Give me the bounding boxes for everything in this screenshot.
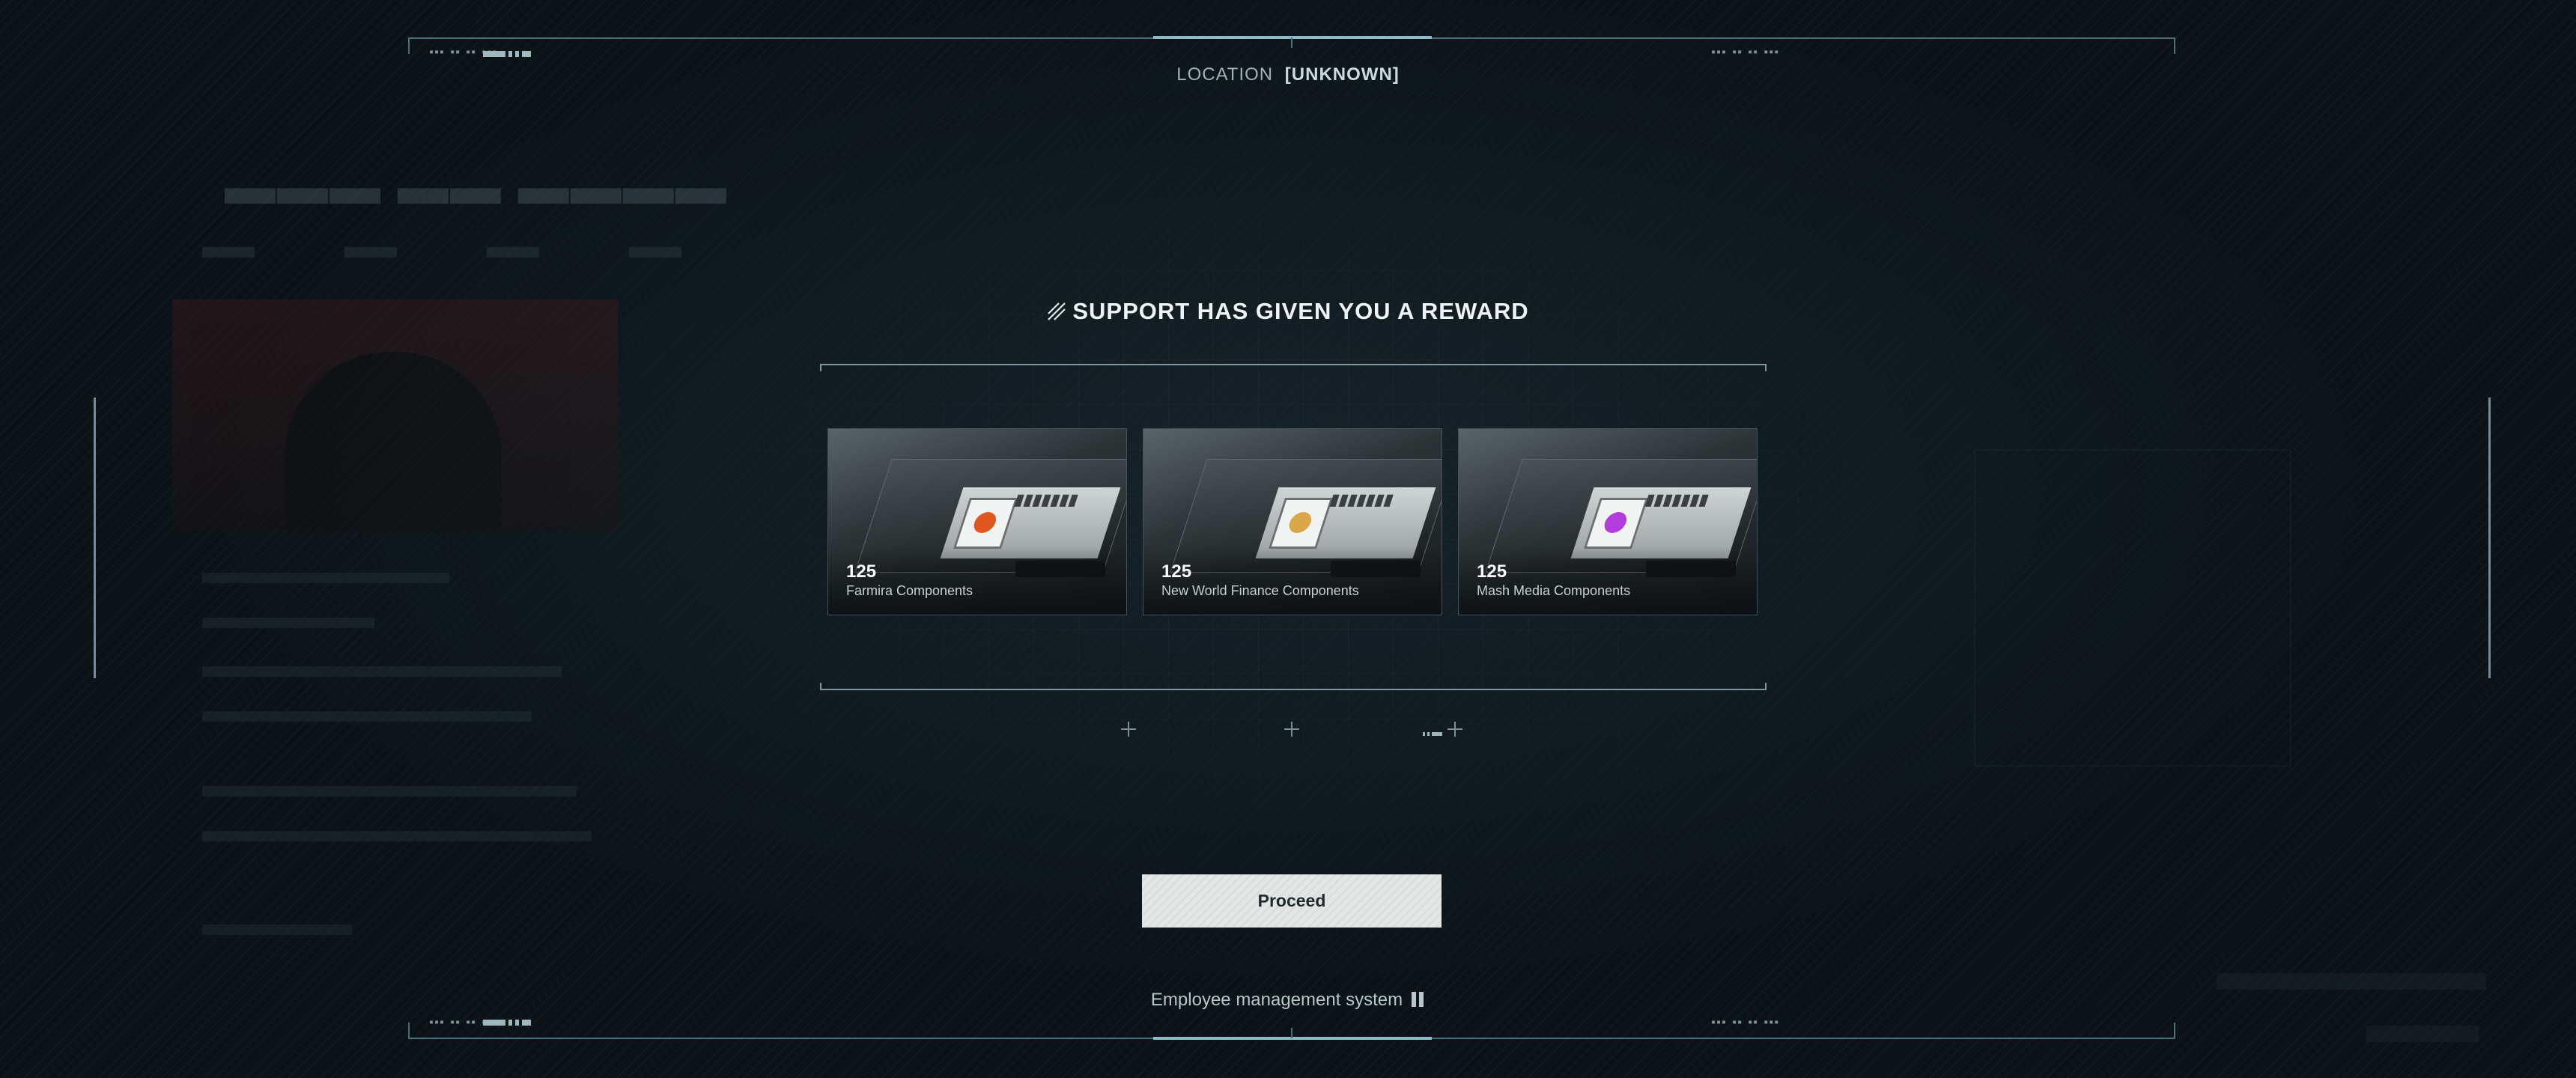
footer-system-label: Employee management system (1150, 990, 1403, 1010)
background-bar (2217, 973, 2486, 990)
frame-dashes-top-left (483, 51, 531, 57)
case-label-logo: ▮▮▮▮▮▮▮ (1012, 492, 1081, 508)
case-label-logo: ▮▮▮▮▮▮▮ (1643, 492, 1712, 508)
background-line (202, 831, 592, 841)
location-header: LOCATION [UNKNOWN] (0, 64, 2576, 85)
background-line (202, 618, 374, 628)
reward-name: Farmira Components (846, 583, 973, 598)
frame-bottom-right-cap (2174, 1023, 2175, 1039)
frame-bottom-left-cap (408, 1023, 410, 1039)
case-label-logo: ▮▮▮▮▮▮▮ (1328, 492, 1397, 508)
footer-system: Employee management system (0, 990, 2576, 1011)
reward-amount: 125 (1477, 561, 1507, 582)
reward-panel-top-bracket (820, 364, 1767, 371)
background-line (202, 925, 352, 935)
background-tab (202, 247, 255, 258)
reward-title: SUPPORT HAS GIVEN YOU A REWARD (0, 298, 2576, 325)
reward-card-new-world-finance[interactable]: ▮▮▮▮▮▮▮ 125 New World Finance Components (1143, 428, 1442, 615)
location-value: [UNKNOWN] (1284, 64, 1400, 85)
background-line (202, 711, 532, 722)
reward-screen: ▬▬▬ ▬▬ ▬▬▬▬ ▪▪▪ ▪▪ ▪▪ ▪▪▪ ▪▪▪ ▪▪ ▪▪ ▪▪▪ (0, 0, 2576, 1078)
frame-left-bar (94, 398, 96, 678)
background-title-placeholder: ▬▬▬ ▬▬ ▬▬▬▬ (225, 158, 728, 215)
reward-amount: 125 (846, 561, 877, 582)
background-line (202, 666, 562, 677)
plus-icon (1448, 722, 1462, 737)
location-label: LOCATION (1176, 64, 1274, 85)
emblem-dot (1286, 512, 1314, 533)
background-bar (2366, 1026, 2479, 1042)
frame-code-top-right: ▪▪▪ ▪▪ ▪▪ ▪▪▪ (1711, 48, 1780, 56)
frame-dashes-bottom-left (483, 1020, 531, 1026)
background-line (202, 786, 577, 797)
reward-amount: 125 (1161, 561, 1192, 582)
frame-top-accent (1153, 36, 1432, 39)
emblem-dot (970, 512, 999, 533)
emblem-dot (1601, 512, 1629, 533)
frame-code-bottom-right: ▪▪▪ ▪▪ ▪▪ ▪▪▪ (1711, 1018, 1780, 1026)
reward-card-farmira[interactable]: ▮▮▮▮▮▮▮ 125 Farmira Components (827, 428, 1127, 615)
background-line (202, 573, 449, 583)
reward-name: New World Finance Components (1161, 583, 1359, 598)
frame-top-center-tick (1291, 37, 1292, 48)
reward-panel-bottom-bracket (820, 683, 1767, 690)
background-tabs (202, 247, 681, 258)
frame-bottom-accent (1153, 1037, 1432, 1040)
frame-top-left-cap (408, 37, 410, 54)
background-tab (487, 247, 539, 258)
reward-card-mash-media[interactable]: ▮▮▮▮▮▮▮ 125 Mash Media Components (1458, 428, 1758, 615)
frame-right-bar (2488, 398, 2491, 678)
slash-lines-icon (1048, 302, 1066, 320)
reward-title-text: SUPPORT HAS GIVEN YOU A REWARD (1072, 298, 1529, 324)
reward-name: Mash Media Components (1477, 583, 1631, 598)
background-box (1974, 449, 2291, 767)
frame-bottom-center-tick (1291, 1028, 1292, 1038)
plus-icon (1284, 722, 1299, 737)
pause-icon (1410, 992, 1425, 1007)
reward-cards: ▮▮▮▮▮▮▮ 125 Farmira Components ▮▮▮▮▮▮▮ 1… (827, 428, 1758, 615)
background-tab (344, 247, 397, 258)
proceed-button[interactable]: Proceed (1142, 874, 1442, 928)
marker-dashes (1423, 732, 1442, 736)
plus-icon (1121, 722, 1136, 737)
frame-top-right-cap (2174, 37, 2175, 54)
